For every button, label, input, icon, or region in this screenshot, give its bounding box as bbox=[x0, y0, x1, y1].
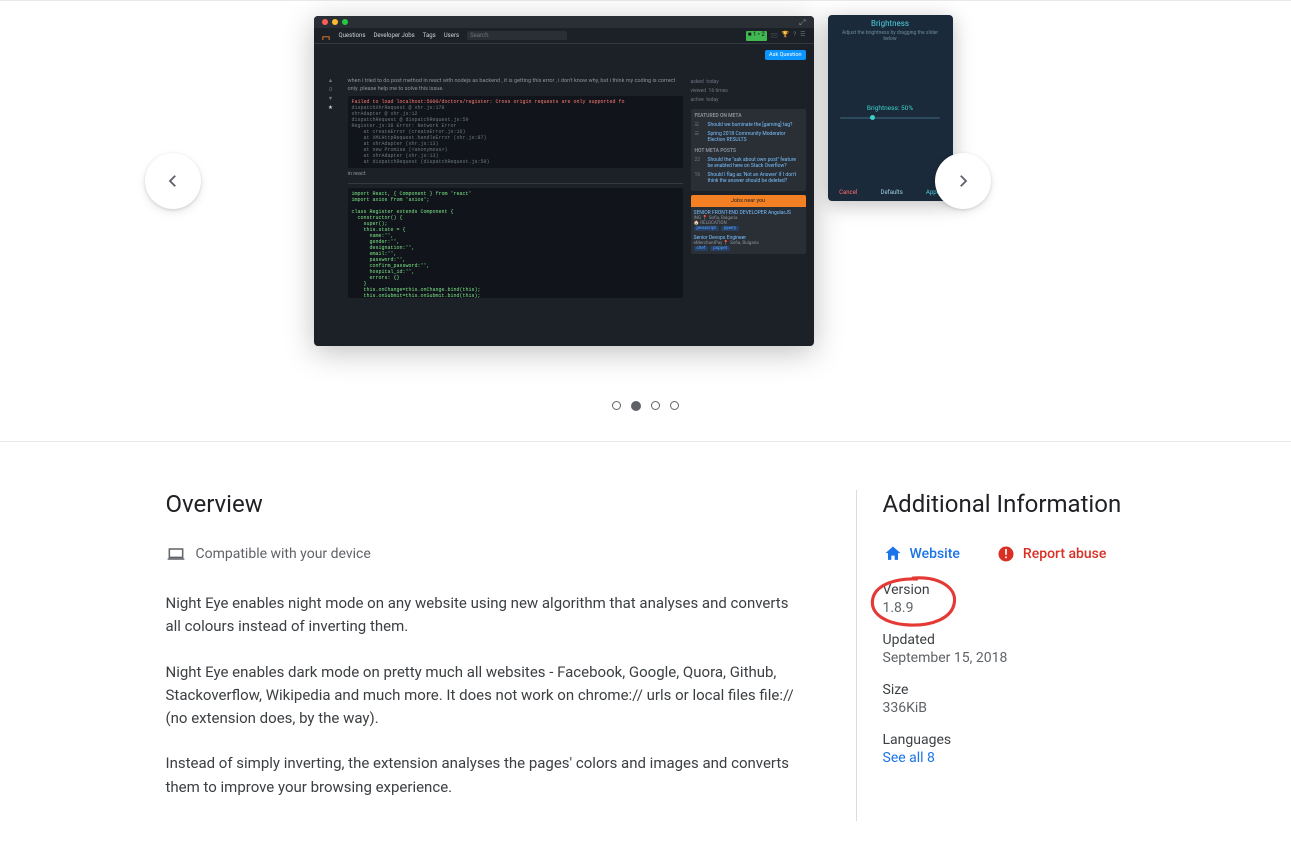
laptop-icon bbox=[166, 544, 186, 564]
nav-tags: Tags bbox=[423, 32, 436, 39]
additional-info-heading: Additional Information bbox=[883, 490, 1126, 518]
version-value: 1.8.9 bbox=[883, 600, 1126, 616]
languages-see-all-link[interactable]: See all 8 bbox=[883, 750, 1126, 766]
report-abuse-link[interactable]: Report abuse bbox=[996, 544, 1106, 564]
chevron-left-icon bbox=[164, 172, 182, 190]
desc-p2: Night Eye enables dark mode on pretty mu… bbox=[166, 661, 796, 731]
brightness-value: Brightness: 50% bbox=[867, 104, 913, 112]
tag-line: in react bbox=[348, 171, 683, 179]
rep-badge: ■ 1 • 2 bbox=[746, 31, 767, 41]
question-text: when i tried to do post method in react … bbox=[348, 78, 683, 93]
question-title: Cross origin requests are only supported… bbox=[322, 51, 574, 60]
downvote-icon: ▼ bbox=[328, 96, 333, 102]
stackoverflow-header: Questions Developer Jobs Tags Users Sear… bbox=[314, 28, 814, 44]
compat-row: Compatible with your device bbox=[166, 544, 796, 564]
carousel-dot-2[interactable] bbox=[651, 401, 660, 410]
carousel-dot-0[interactable] bbox=[612, 401, 621, 410]
brightness-buttons: Cancel Defaults Apply bbox=[828, 189, 953, 196]
macos-titlebar: ⤢ bbox=[314, 16, 814, 28]
description: Night Eye enables night mode on any webs… bbox=[166, 592, 796, 799]
carousel-dots bbox=[0, 401, 1291, 411]
screenshot-stackoverflow: ⤢ Questions Developer Jobs Tags Users Se… bbox=[314, 16, 814, 346]
nav-questions: Questions bbox=[339, 32, 366, 39]
inbox-icon: 🖂 bbox=[771, 31, 778, 41]
jobs-panel: Jobs near you SENIOR FRONT-END DEVELOPER… bbox=[691, 195, 806, 254]
report-abuse-label: Report abuse bbox=[1023, 546, 1106, 562]
traffic-light-close-icon bbox=[322, 19, 328, 25]
nav-users: Users bbox=[444, 32, 459, 39]
desc-p1: Night Eye enables night mode on any webs… bbox=[166, 592, 796, 639]
brightness-cancel: Cancel bbox=[839, 189, 857, 196]
brightness-heading: Brightness bbox=[871, 19, 909, 28]
vote-count: 0 bbox=[329, 87, 332, 93]
vote-column: ▲ 0 ▼ ★ bbox=[322, 78, 340, 340]
trophy-icon: 🏆 bbox=[782, 31, 789, 41]
additional-info-section: Additional Information Website Report ab… bbox=[856, 490, 1126, 821]
website-link[interactable]: Website bbox=[883, 544, 960, 564]
brightness-defaults: Defaults bbox=[881, 189, 903, 196]
carousel-next-button[interactable] bbox=[935, 153, 991, 209]
desc-p3: Instead of simply inverting, the extensi… bbox=[166, 752, 796, 799]
overview-section: Overview Compatible with your device Nig… bbox=[166, 490, 796, 821]
question-body: when i tried to do post method in react … bbox=[348, 78, 683, 340]
carousel-dot-3[interactable] bbox=[670, 401, 679, 410]
updated-value: September 15, 2018 bbox=[883, 650, 1126, 666]
upvote-icon: ▲ bbox=[328, 78, 333, 84]
menu-icon: ☰ bbox=[800, 31, 805, 41]
ask-question-button: Ask Question bbox=[765, 50, 805, 60]
question-meta: asked today viewed 16 times active today bbox=[691, 78, 806, 105]
expand-icon: ⤢ bbox=[799, 18, 805, 28]
jobs-heading: Jobs near you bbox=[691, 195, 806, 207]
traffic-light-min-icon bbox=[332, 19, 338, 25]
traffic-light-max-icon bbox=[342, 19, 348, 25]
updated-field: Updated September 15, 2018 bbox=[883, 632, 1126, 666]
slider-thumb-icon bbox=[870, 115, 875, 120]
updated-label: Updated bbox=[883, 632, 1126, 648]
languages-label: Languages bbox=[883, 732, 1126, 748]
error-code-block: Failed to load localhost:5000/doctors/re… bbox=[348, 96, 683, 168]
overview-heading: Overview bbox=[166, 490, 796, 518]
carousel-prev-button[interactable] bbox=[145, 153, 201, 209]
search-input-mock: Search bbox=[467, 31, 567, 40]
version-label: Version bbox=[883, 582, 1126, 598]
size-label: Size bbox=[883, 682, 1126, 698]
help-icon: ? bbox=[793, 31, 796, 41]
version-field: Version 1.8.9 bbox=[883, 582, 1126, 616]
favorite-icon: ★ bbox=[328, 105, 333, 111]
nav-devjobs: Developer Jobs bbox=[373, 32, 414, 39]
size-value: 336KiB bbox=[883, 700, 1126, 716]
carousel-dot-1[interactable] bbox=[631, 401, 641, 411]
header-icon-row: ■ 1 • 2 🖂 🏆 ? ☰ bbox=[746, 31, 806, 41]
home-icon bbox=[883, 544, 903, 564]
brightness-desc: Adjust the brightness by dragging the sl… bbox=[828, 28, 953, 44]
sidebar-column: asked today viewed 16 times active today… bbox=[691, 78, 806, 340]
screenshot-brightness-panel: Brightness Adjust the brightness by drag… bbox=[828, 15, 953, 201]
screenshot-carousel: ⤢ Questions Developer Jobs Tags Users Se… bbox=[0, 0, 1291, 442]
brightness-slider bbox=[840, 117, 940, 119]
stackoverflow-logo-icon bbox=[322, 31, 331, 40]
chevron-right-icon bbox=[954, 172, 972, 190]
react-code-block: import React, { Component } from 'react'… bbox=[348, 188, 683, 298]
compat-text: Compatible with your device bbox=[196, 546, 371, 562]
featured-meta-panel: FEATURED ON META ☰Should we burninate th… bbox=[691, 109, 806, 191]
languages-field: Languages See all 8 bbox=[883, 732, 1126, 766]
size-field: Size 336KiB bbox=[883, 682, 1126, 716]
website-label: Website bbox=[910, 546, 960, 562]
alert-icon bbox=[996, 544, 1016, 564]
